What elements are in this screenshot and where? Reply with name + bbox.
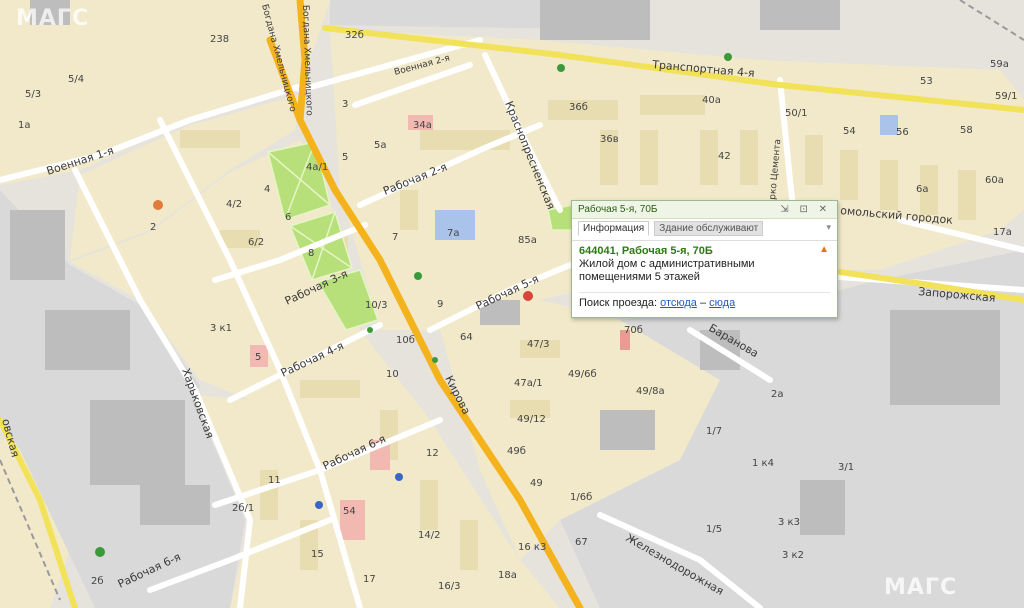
house-number: 4а/1 [306,162,328,173]
house-number: 10б [396,335,415,346]
house-number: 10/3 [365,300,387,311]
bus-stop-icon[interactable] [432,357,438,363]
house-number: 10 [386,369,399,380]
house-number: 2б/1 [232,503,254,514]
house-number: 70б [624,325,643,336]
house-number: 47а/1 [514,378,543,389]
house-number: 12 [426,448,439,459]
warning-triangle-icon[interactable]: ▲ [819,244,829,255]
house-number: 32б [345,30,364,41]
house-number: 49 [530,478,543,489]
house-number: 8 [308,248,314,259]
poi-icon[interactable] [153,200,163,210]
house-number: 54 [843,126,856,137]
house-number: 1/6б [570,492,592,503]
popup-title: Рабочая 5-я, 70Б [578,204,658,215]
bus-stop-icon[interactable] [367,327,373,333]
house-number: 5 [255,352,261,363]
house-number: 36в [600,134,619,145]
popup-header: Рабочая 5-я, 70Б ⇲ ⊡ ✕ [572,201,837,219]
house-number: 6/2 [248,237,264,248]
house-number: 59/1 [995,91,1017,102]
house-number: 6а [916,184,929,195]
house-number: 5 [342,152,348,163]
house-number: 14/2 [418,530,440,541]
house-number: 53 [920,76,933,87]
house-number: 2б [91,576,104,587]
popup-tabs: Информация Здание обслуживают ▾ [572,219,837,240]
shop-icon[interactable] [395,473,403,481]
popup-address: 644041, Рабочая 5-я, 70Б [579,245,713,257]
info-popup[interactable]: Рабочая 5-я, 70Б ⇲ ⊡ ✕ Информация Здание… [571,200,838,318]
house-number: 54 [343,506,356,517]
house-number: 60а [985,175,1004,186]
house-number: 58 [960,125,973,136]
house-number: 2 [150,222,156,233]
route-to-link[interactable]: сюда [709,297,735,309]
house-number: 3/1 [838,462,854,473]
house-number: 64 [460,332,473,343]
tab-building-services[interactable]: Здание обслуживают [654,221,764,236]
route-separator: – [699,297,707,309]
house-number: 40а [702,95,721,106]
bus-stop-icon[interactable] [414,272,422,280]
house-number: 7 [392,232,398,243]
house-number: 18а [498,570,517,581]
house-number: 4/2 [226,199,242,210]
house-number: 1а [18,120,31,131]
popup-body: 644041, Рабочая 5-я, 70Б ▲ Жилой дом с а… [572,240,837,313]
house-number: 17а [993,227,1012,238]
house-number: 42 [718,151,731,162]
shop-icon[interactable] [315,501,323,509]
house-number: 11 [268,475,281,486]
house-number: 5/4 [68,74,84,85]
house-number: 16 к3 [518,542,546,553]
house-number: 47/3 [527,339,549,350]
house-number: 49б [507,446,526,457]
house-number: 4 [264,184,270,195]
house-number: 3 [342,99,348,110]
post-icon[interactable] [523,291,533,301]
house-number: 49/12 [517,414,546,425]
house-number: 49/8а [636,386,665,397]
house-number: 17 [363,574,376,585]
house-number: 7а [447,228,460,239]
house-number: 56 [896,127,909,138]
popup-window-controls[interactable]: ⇲ ⊡ ✕ [780,201,831,218]
house-number: 1/7 [706,426,722,437]
popup-description: Жилой дом с административными помещениям… [579,258,755,283]
route-search: Поиск проезда: отсюда – сюда [579,292,830,309]
route-from-link[interactable]: отсюда [660,297,697,309]
house-number: 5а [374,140,387,151]
house-number: 36б [569,102,588,113]
house-number: 6 [285,212,291,223]
house-number: 34а [413,120,432,131]
map-canvas[interactable]: Транспортная 4-я Военная 2-я Военная 1-я… [0,0,1024,608]
bus-stop-icon[interactable] [724,53,732,61]
house-number: 9 [437,299,443,310]
house-number: 238 [210,34,229,45]
chevron-down-icon[interactable]: ▾ [826,222,831,233]
house-number: 59а [990,59,1009,70]
house-number: 3 к3 [778,517,800,528]
house-number: 67 [575,537,588,548]
house-number: 16/3 [438,581,460,592]
watermark-logo: МАГС [16,6,90,31]
house-number: 85а [518,235,537,246]
house-number: 49/6б [568,369,597,380]
house-number: 2а [771,389,784,400]
house-number: 3 к1 [210,323,232,334]
bus-stop-icon[interactable] [557,64,565,72]
house-number: 1/5 [706,524,722,535]
route-label: Поиск проезда: [579,297,657,309]
house-number: 50/1 [785,108,807,119]
house-number: 3 к2 [782,550,804,561]
house-number: 5/3 [25,89,41,100]
fuel-icon[interactable] [95,547,105,557]
map-layer[interactable]: Транспортная 4-я Военная 2-я Военная 1-я… [0,0,1024,608]
house-number: 1 к4 [752,458,774,469]
watermark-logo: МАГС [884,575,958,600]
house-number: 15 [311,549,324,560]
tab-info[interactable]: Информация [578,221,650,236]
